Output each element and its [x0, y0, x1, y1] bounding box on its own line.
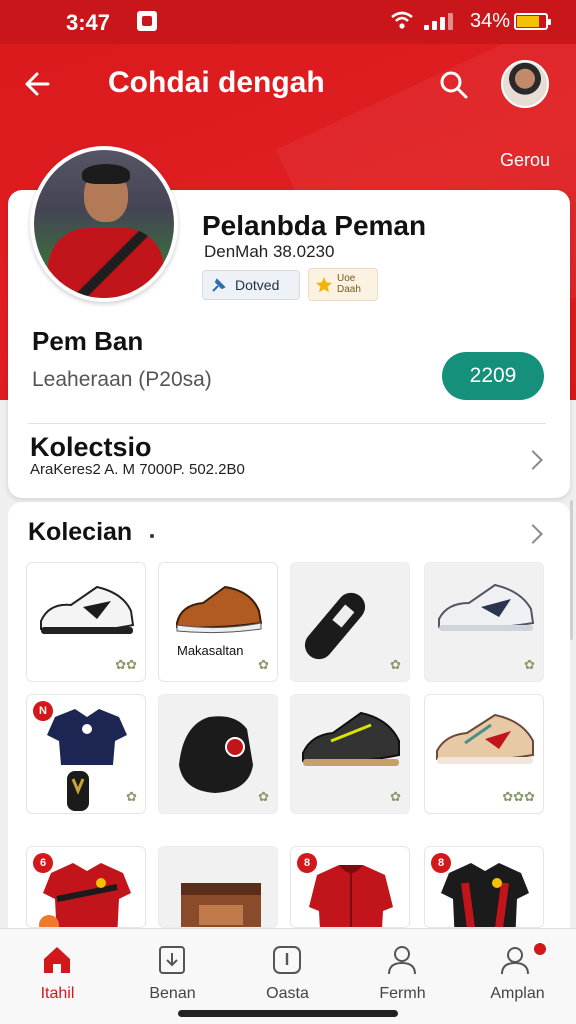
- back-arrow-icon[interactable]: [18, 62, 62, 106]
- product-tile[interactable]: 8: [424, 846, 544, 928]
- pin-icon: [212, 278, 226, 292]
- scrollbar[interactable]: [570, 500, 573, 640]
- battery-icon: [514, 13, 551, 30]
- divider: [28, 423, 546, 424]
- nav-item-people[interactable]: Amplan: [460, 929, 575, 1024]
- product-tile[interactable]: ✿: [290, 694, 410, 814]
- profile-section-subtitle: Leaheraan (P20sa): [32, 368, 212, 391]
- flower-icon[interactable]: ✿: [390, 789, 401, 805]
- profile-photo[interactable]: [30, 146, 178, 302]
- product-tile[interactable]: ✿✿✿: [424, 694, 544, 814]
- flower-icon[interactable]: ✿: [524, 657, 535, 673]
- status-time: 3:47: [66, 10, 111, 35]
- product-tile[interactable]: ✿: [424, 562, 544, 682]
- notification-app-icon: [137, 11, 157, 31]
- verified-badge-label: Dotved: [235, 277, 280, 293]
- tile-caption: Makasaltan: [177, 643, 244, 658]
- search-icon[interactable]: [434, 62, 474, 106]
- tile-badge: 8: [297, 853, 317, 873]
- home-icon: [44, 947, 70, 973]
- collection-row-title[interactable]: Kolectsio: [30, 432, 152, 463]
- nav-label: Benan: [149, 985, 196, 1002]
- nav-label: Oasta: [266, 985, 309, 1002]
- inbox-icon: [159, 946, 185, 974]
- status-bar: 3:47 34%: [0, 0, 576, 44]
- flower-icon[interactable]: ✿: [258, 789, 269, 805]
- nav-label: Fermh: [379, 985, 426, 1002]
- people-icon: [501, 947, 529, 975]
- tile-badge: 8: [431, 853, 451, 873]
- product-image: [181, 883, 261, 927]
- signal-icon: [424, 12, 460, 30]
- flower-icon[interactable]: ✿: [126, 789, 137, 805]
- gold-badge-line1: Uoe: [337, 273, 356, 284]
- nav-label: Amplan: [490, 985, 545, 1002]
- star-icon: [316, 276, 332, 292]
- battery-percentage: 34%: [470, 10, 511, 32]
- tile-badge: 6: [33, 853, 53, 873]
- flower-icon[interactable]: ✿✿✿: [502, 789, 535, 805]
- verified-badge[interactable]: Dotved: [202, 270, 300, 300]
- product-tile[interactable]: Makasaltan ✿: [158, 562, 278, 682]
- flower-icon[interactable]: ✿: [390, 657, 401, 673]
- product-tile[interactable]: ✿✿: [26, 562, 146, 682]
- flower-icon[interactable]: ✿: [258, 657, 269, 673]
- gold-badge[interactable]: Uoe Daah: [308, 268, 378, 301]
- wifi-icon: [391, 11, 413, 29]
- gold-badge-line2: Daah: [337, 283, 361, 295]
- tile-badge: N: [33, 701, 53, 721]
- profile-name: Pelanbda Peman: [202, 210, 427, 241]
- action-value-button[interactable]: 2209: [442, 352, 544, 400]
- product-tile[interactable]: ✿: [158, 694, 278, 814]
- dot-separator: [150, 534, 154, 538]
- collection-panel-title: Kolecian: [28, 518, 133, 546]
- home-indicator: [178, 1010, 398, 1017]
- header-link[interactable]: Gerou: [500, 150, 550, 171]
- product-tile[interactable]: [158, 846, 278, 928]
- product-tile[interactable]: ✿: [290, 562, 410, 682]
- nav-label: Itahil: [40, 985, 75, 1002]
- profile-subtitle: DenMah 38.0230: [204, 242, 335, 261]
- product-tile[interactable]: 6: [26, 846, 146, 928]
- product-tile[interactable]: N ✿: [26, 694, 146, 814]
- product-tile[interactable]: 8: [290, 846, 410, 928]
- person-icon: [388, 946, 416, 975]
- profile-section-title: Pem Ban: [32, 326, 144, 356]
- app-title: Cohdai dengah: [108, 66, 325, 99]
- notification-badge: [532, 941, 548, 957]
- nav-item-home[interactable]: Itahil: [0, 929, 115, 1024]
- info-icon: [273, 946, 301, 974]
- flower-icon[interactable]: ✿✿: [115, 657, 137, 673]
- user-avatar[interactable]: [501, 60, 549, 108]
- collection-row-subtitle: AraKeres2 A. M 7000P. 502.2B0: [30, 461, 245, 478]
